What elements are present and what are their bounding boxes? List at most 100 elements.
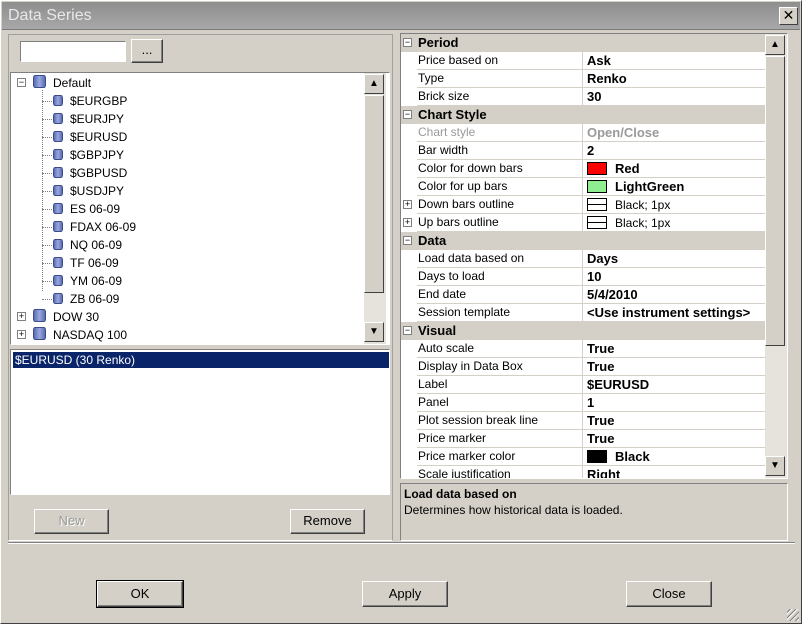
tree-instrument-item[interactable]: YM 06-09: [53, 272, 122, 290]
tree-instrument-item[interactable]: FDAX 06-09: [53, 218, 136, 236]
close-window-button[interactable]: ✕: [779, 7, 798, 25]
property-row[interactable]: Bar width 2: [401, 142, 765, 160]
close-button[interactable]: Close: [626, 581, 712, 607]
tree-scroll-up-button[interactable]: ▲: [364, 74, 384, 94]
property-value[interactable]: 30: [583, 88, 765, 106]
property-name: Scale justification: [417, 466, 583, 478]
database-icon: [33, 327, 46, 340]
property-value[interactable]: 5/4/2010: [583, 286, 765, 304]
tree-instrument-item[interactable]: $USDJPY: [53, 182, 124, 200]
property-row[interactable]: Load data based on Days: [401, 250, 765, 268]
category-period[interactable]: − Period: [401, 34, 765, 52]
grid-scroll-down-button[interactable]: ▼: [765, 456, 785, 476]
property-value[interactable]: LightGreen: [583, 178, 765, 196]
category-visual[interactable]: − Visual: [401, 322, 765, 340]
ok-button[interactable]: OK: [96, 580, 184, 608]
collapse-icon[interactable]: −: [403, 326, 412, 335]
apply-button[interactable]: Apply: [362, 581, 448, 607]
property-value[interactable]: Black; 1px: [583, 196, 765, 214]
property-row[interactable]: Session template <Use instrument settings…: [401, 304, 765, 322]
tree-instrument-item[interactable]: TF 06-09: [53, 254, 119, 272]
property-name: Price marker: [417, 430, 583, 448]
grid-scroll-thumb[interactable]: [765, 56, 785, 346]
property-name: Auto scale: [417, 340, 583, 358]
property-value[interactable]: Ask: [583, 52, 765, 70]
property-row[interactable]: End date 5/4/2010: [401, 286, 765, 304]
line-style-icon: [587, 216, 607, 229]
property-row[interactable]: Auto scale True: [401, 340, 765, 358]
property-value[interactable]: 2: [583, 142, 765, 160]
property-value[interactable]: Renko: [583, 70, 765, 88]
tree-instrument-item[interactable]: $EURGBP: [53, 92, 127, 110]
property-value[interactable]: 10: [583, 268, 765, 286]
collapse-icon[interactable]: −: [403, 236, 412, 245]
property-value[interactable]: $EURUSD: [583, 376, 765, 394]
grid-scrollbar[interactable]: ▲ ▼: [765, 34, 787, 478]
tree-instrument-item[interactable]: $EURJPY: [53, 110, 124, 128]
browse-button[interactable]: ...: [131, 39, 163, 63]
property-value[interactable]: 1: [583, 394, 765, 412]
grid-scroll-up-button[interactable]: ▲: [765, 35, 785, 55]
remove-button[interactable]: Remove: [290, 509, 365, 534]
resize-grip[interactable]: [787, 609, 799, 621]
property-value[interactable]: Open/Close: [583, 124, 765, 142]
property-value[interactable]: True: [583, 412, 765, 430]
tree-scroll-down-button[interactable]: ▼: [364, 322, 384, 342]
tree-instrument-item[interactable]: $GBPJPY: [53, 146, 124, 164]
category-data[interactable]: − Data: [401, 232, 765, 250]
category-label: Data: [418, 233, 447, 248]
line-style-icon: [587, 198, 607, 211]
property-value[interactable]: True: [583, 340, 765, 358]
new-button[interactable]: New: [34, 509, 109, 534]
tree-folder-item[interactable]: NASDAQ 100: [33, 326, 127, 344]
property-value[interactable]: Red: [583, 160, 765, 178]
property-row[interactable]: Brick size 30: [401, 88, 765, 106]
expand-icon[interactable]: +: [403, 200, 412, 209]
property-row[interactable]: + Down bars outline Black; 1px: [401, 196, 765, 214]
expand-icon[interactable]: +: [17, 330, 26, 339]
tree-folder-item[interactable]: DOW 30: [33, 308, 99, 326]
tree-instrument-item[interactable]: ZB 06-09: [53, 290, 119, 308]
property-value-text: <Use instrument settings>: [587, 305, 751, 320]
tree-instrument-item[interactable]: NQ 06-09: [53, 236, 122, 254]
property-row[interactable]: Price based on Ask: [401, 52, 765, 70]
property-row[interactable]: Panel 1: [401, 394, 765, 412]
category-chart-style[interactable]: − Chart Style: [401, 106, 765, 124]
tree-instrument-item[interactable]: ES 06-09: [53, 200, 120, 218]
collapse-icon[interactable]: −: [17, 78, 26, 87]
property-row[interactable]: Label $EURUSD: [401, 376, 765, 394]
property-row[interactable]: Plot session break line True: [401, 412, 765, 430]
database-icon: [53, 275, 63, 286]
description-text: Determines how historical data is loaded…: [404, 503, 623, 517]
expand-icon[interactable]: +: [17, 312, 26, 321]
property-row[interactable]: + Up bars outline Black; 1px: [401, 214, 765, 232]
collapse-icon[interactable]: −: [403, 110, 412, 119]
property-value-text: 5/4/2010: [587, 287, 638, 302]
property-value[interactable]: <Use instrument settings>: [583, 304, 765, 322]
property-row[interactable]: Color for up bars LightGreen: [401, 178, 765, 196]
property-row[interactable]: Scale justification Right: [401, 466, 765, 478]
property-row[interactable]: Display in Data Box True: [401, 358, 765, 376]
tree-item-label: ES 06-09: [70, 202, 121, 216]
property-value[interactable]: Black: [583, 448, 765, 466]
tree-instrument-item[interactable]: $EURUSD: [53, 128, 127, 146]
property-row[interactable]: Price marker True: [401, 430, 765, 448]
tree-instrument-item[interactable]: $GBPUSD: [53, 164, 127, 182]
instrument-search-input[interactable]: [20, 41, 126, 62]
property-row[interactable]: Price marker color Black: [401, 448, 765, 466]
property-row[interactable]: Chart style Open/Close: [401, 124, 765, 142]
property-row[interactable]: Color for down bars Red: [401, 160, 765, 178]
tree-scrollbar[interactable]: ▲ ▼: [364, 73, 386, 344]
tree-scroll-thumb[interactable]: [364, 95, 384, 293]
series-list-item[interactable]: $EURUSD (30 Renko): [13, 352, 389, 368]
property-value[interactable]: Days: [583, 250, 765, 268]
property-value[interactable]: True: [583, 358, 765, 376]
property-row[interactable]: Type Renko: [401, 70, 765, 88]
property-value[interactable]: Black; 1px: [583, 214, 765, 232]
title-bar[interactable]: Data Series: [2, 2, 800, 30]
collapse-icon[interactable]: −: [403, 38, 412, 47]
property-value[interactable]: Right: [583, 466, 765, 478]
expand-icon[interactable]: +: [403, 218, 412, 227]
property-value[interactable]: True: [583, 430, 765, 448]
property-row[interactable]: Days to load 10: [401, 268, 765, 286]
